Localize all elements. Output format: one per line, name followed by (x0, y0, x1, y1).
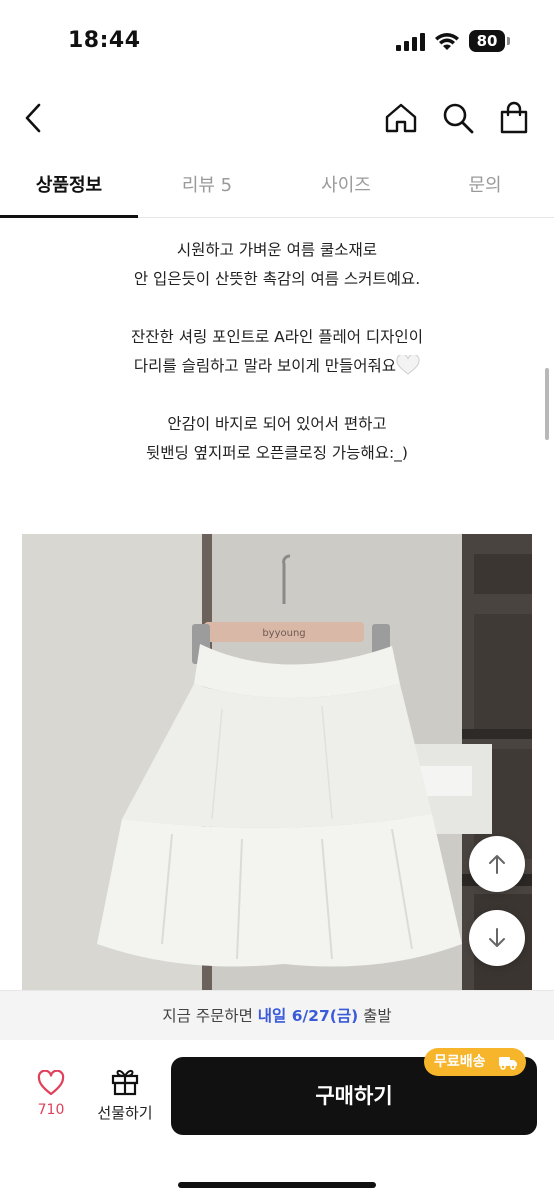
like-count: 710 (37, 1102, 65, 1118)
cellular-signal-icon (396, 33, 425, 51)
description-line: 뒷밴딩 옆지퍼로 오픈클로징 가능해요:_) (146, 444, 408, 462)
search-icon[interactable] (440, 100, 476, 136)
product-description: 시원하고 가벼운 여름 쿨소재로 안 입은듯이 산뜻한 촉감의 여름 스커트예요… (0, 236, 554, 468)
home-indicator (178, 1182, 376, 1188)
chevron-left-icon[interactable] (16, 100, 52, 136)
active-tab-indicator (0, 215, 138, 218)
scrollbar[interactable] (545, 368, 549, 440)
arrow-up-icon (489, 855, 505, 874)
description-line: 시원하고 가벼운 여름 쿨소재로 (176, 241, 378, 259)
gift-button[interactable]: 선물하기 (88, 1066, 162, 1130)
tab-reviews[interactable]: 리뷰 5 (138, 156, 276, 218)
gift-label: 선물하기 (97, 1104, 153, 1122)
bottom-action-bar: 710 선물하기 구매하기 무료배송 (0, 1040, 554, 1200)
status-bar: 18:44 80 (0, 0, 554, 84)
shopping-bag-icon[interactable] (496, 100, 532, 136)
delivery-prefix: 지금 주문하면 (162, 1007, 258, 1025)
description-line: 안 입은듯이 산뜻한 촉감의 여름 스커트예요. (133, 270, 421, 288)
status-time: 18:44 (68, 28, 141, 53)
white-heart-icon (396, 355, 420, 375)
heart-icon (37, 1069, 65, 1096)
battery-indicator: 80 (469, 30, 505, 52)
battery-nub (507, 37, 510, 45)
tab-product-info[interactable]: 상품정보 (0, 156, 138, 218)
tab-size[interactable]: 사이즈 (276, 156, 416, 218)
delivery-suffix: 출발 (358, 1007, 392, 1025)
free-shipping-label: 무료배송 (434, 1054, 486, 1070)
product-photo: byyoung (22, 534, 532, 990)
free-shipping-badge: 무료배송 (424, 1048, 526, 1076)
scroll-up-button[interactable] (469, 836, 525, 892)
description-line-text: 다리를 슬림하고 말라 보이게 만들어줘요 (133, 357, 397, 375)
description-line: 잔잔한 셔링 포인트로 A라인 플레어 디자인이 (131, 328, 423, 346)
hanger-brand-text: byyoung (262, 628, 305, 639)
delivery-notice: 지금 주문하면 내일 6/27(금) 출발 (0, 990, 554, 1040)
arrow-down-icon (489, 928, 505, 947)
description-line: 안감이 바지로 되어 있어서 편하고 (167, 415, 387, 433)
delivery-date: 내일 6/27(금) (257, 1007, 359, 1025)
tab-inquiry[interactable]: 문의 (416, 156, 554, 218)
description-line-with-heart: 다리를 슬림하고 말라 보이게 만들어줘요 (0, 352, 554, 381)
like-button[interactable]: 710 (24, 1069, 78, 1130)
gift-icon (111, 1069, 139, 1096)
top-nav (0, 84, 554, 154)
scroll-down-button[interactable] (469, 910, 525, 966)
truck-icon (499, 1057, 517, 1070)
wifi-icon (435, 33, 459, 50)
product-tabs: 상품정보 리뷰 5 사이즈 문의 (0, 156, 554, 218)
home-icon[interactable] (383, 100, 419, 136)
